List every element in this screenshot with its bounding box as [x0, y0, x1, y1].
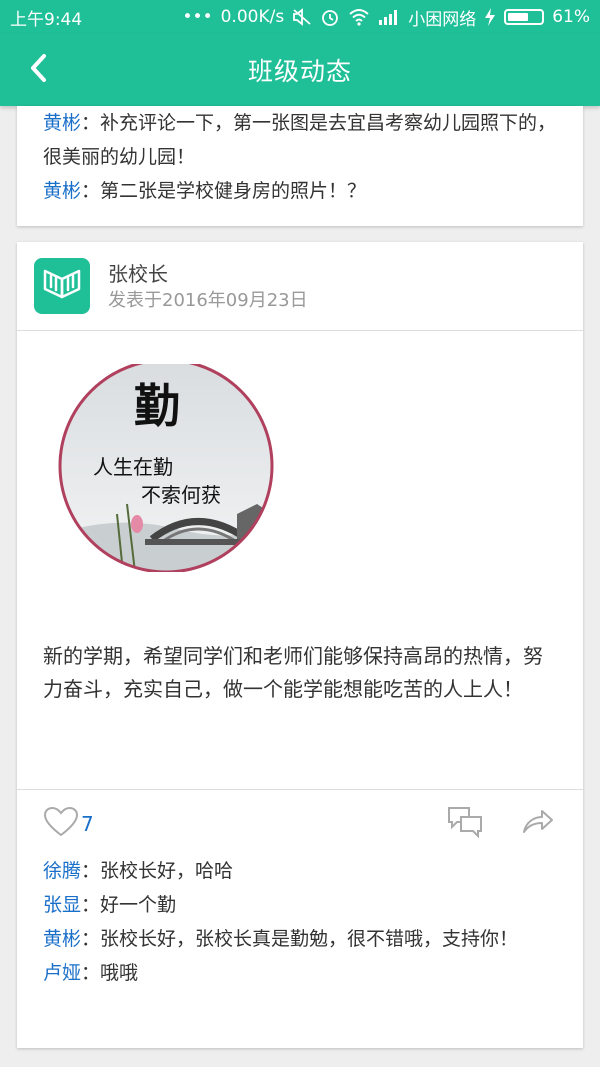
- post-text: 新的学期，希望同学们和老师们能够保持高昂的热情，努力奋斗，充实自己，做一个能学能…: [43, 644, 543, 701]
- comment-text: 第二张是学校健身房的照片！？: [100, 180, 367, 202]
- battery-percent: 61%: [552, 7, 590, 27]
- share-button[interactable]: [522, 808, 554, 838]
- signal-icon: [378, 9, 400, 25]
- page-title: 班级动态: [247, 57, 352, 86]
- carrier-name: 小困网络: [408, 9, 477, 30]
- image-big-char: 勤: [134, 379, 180, 433]
- book-logo-icon: [42, 267, 82, 305]
- post-card: 张校长 发表于2016年09月23日 勤 人生在勤 不索何获 新的学期，希望同学…: [17, 242, 583, 1048]
- battery-level: [508, 13, 529, 21]
- wifi-icon: [348, 8, 370, 26]
- comment-separator: ：: [81, 928, 101, 950]
- comment-author[interactable]: 黄彬: [43, 112, 81, 134]
- comment-text: 补充评论一下，第一张图是去宜昌考察幼儿园照下的，很美丽的幼儿园！: [43, 112, 557, 168]
- comment-item: 黄彬：补充评论一下，第一张图是去宜昌考察幼儿园照下的，很美丽的幼儿园！: [17, 106, 583, 174]
- comment-author[interactable]: 卢娅: [43, 962, 81, 984]
- comment-author[interactable]: 黄彬: [43, 180, 81, 202]
- comment-text: 张校长好，哈哈: [100, 860, 234, 882]
- previous-post-card: 黄彬：补充评论一下，第一张图是去宜昌考察幼儿园照下的，很美丽的幼儿园！ 黄彬：第…: [17, 106, 583, 226]
- comment-text: 好一个勤: [100, 894, 177, 916]
- post-image[interactable]: 勤 人生在勤 不索何获: [57, 364, 277, 572]
- image-line2: 不索何获: [141, 483, 221, 507]
- comment-item: 卢娅：哦哦: [17, 956, 583, 990]
- comment-item: 黄彬：张校长好，张校长真是勤勉，很不错哦，支持你！: [17, 922, 583, 956]
- title-bar: 班级动态: [0, 34, 600, 106]
- comment-button[interactable]: [447, 806, 483, 842]
- chevron-left-icon: [28, 53, 48, 87]
- network-speed: 0.00K/s: [220, 7, 285, 27]
- post-author-row: 张校长 发表于2016年09月23日: [17, 242, 583, 330]
- comment-item: 张显：好一个勤: [17, 888, 583, 922]
- comment-item: 徐腾：张校长好，哈哈: [17, 854, 583, 888]
- post-comments: 徐腾：张校长好，哈哈 张显：好一个勤 黄彬：张校长好，张校长真是勤勉，很不错哦，…: [17, 854, 583, 990]
- like-count: 7: [81, 812, 94, 836]
- comment-author[interactable]: 黄彬: [43, 928, 81, 950]
- image-line1: 人生在勤: [93, 455, 173, 479]
- back-button[interactable]: [20, 52, 56, 88]
- author-name[interactable]: 张校长: [108, 258, 168, 287]
- comment-bubbles-icon: [447, 807, 483, 842]
- comment-author[interactable]: 张显: [43, 894, 81, 916]
- comment-separator: ：: [81, 962, 101, 984]
- charging-icon: [484, 8, 496, 26]
- status-dots: •••: [182, 7, 213, 27]
- divider: [17, 330, 583, 331]
- comment-item: 黄彬：第二张是学校健身房的照片！？: [17, 174, 583, 208]
- post-date: 发表于2016年09月23日: [108, 290, 308, 311]
- alarm-icon: [320, 7, 340, 27]
- status-bar: 上午9:44 ••• 0.00K/s 小困网络 61%: [0, 0, 600, 34]
- comment-text: 哦哦: [100, 962, 139, 984]
- share-arrow-icon: [522, 810, 554, 838]
- mute-icon: [292, 8, 312, 26]
- comment-text: 张校长好，张校长真是勤勉，很不错哦，支持你！: [100, 928, 519, 950]
- comment-separator: ：: [81, 112, 101, 134]
- author-avatar[interactable]: [34, 258, 90, 314]
- post-action-row: 7: [17, 790, 583, 850]
- comment-separator: ：: [81, 860, 101, 882]
- status-right: ••• 0.00K/s 小困网络 61%: [183, 5, 590, 30]
- battery-icon: [504, 9, 545, 25]
- comment-author[interactable]: 徐腾: [43, 860, 81, 882]
- status-time: 上午9:44: [10, 9, 83, 30]
- comment-separator: ：: [81, 180, 101, 202]
- like-button[interactable]: 7: [43, 806, 94, 842]
- previous-post-comments: 黄彬：补充评论一下，第一张图是去宜昌考察幼儿园照下的，很美丽的幼儿园！ 黄彬：第…: [17, 106, 583, 208]
- comment-separator: ：: [81, 894, 101, 916]
- heart-icon: [43, 806, 79, 842]
